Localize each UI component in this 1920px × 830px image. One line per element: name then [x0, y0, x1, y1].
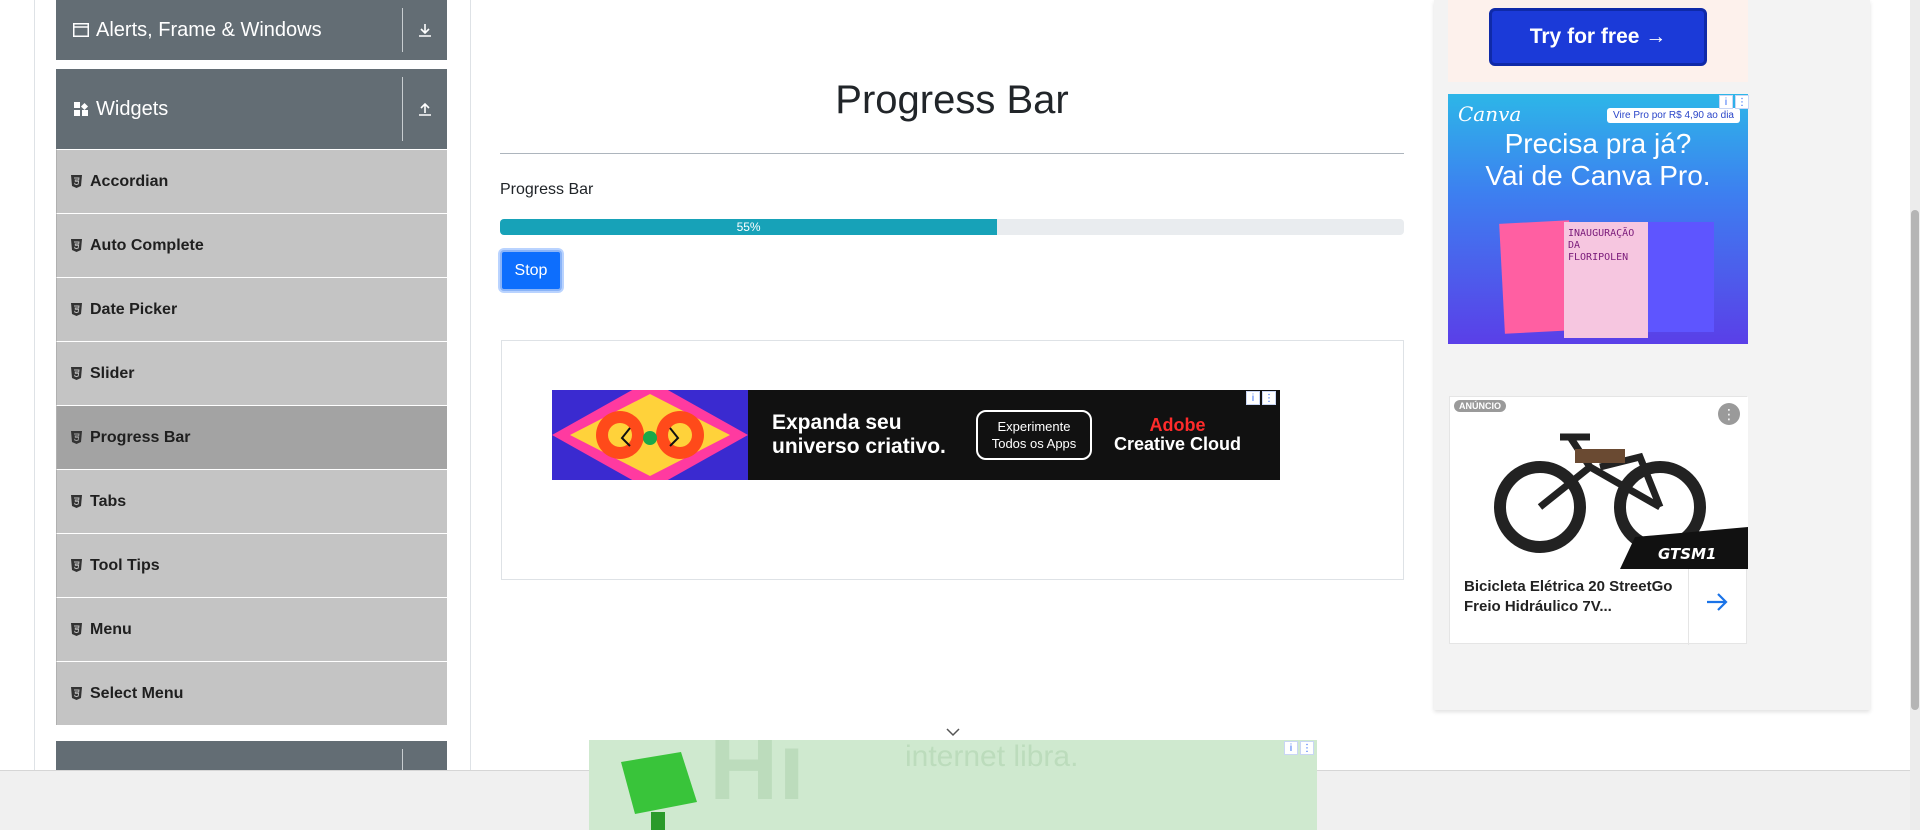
- more-icon[interactable]: ⋮: [1735, 95, 1749, 109]
- canva-badge: Vire Pro por R$ 4,90 ao dia: [1606, 108, 1740, 123]
- html5-icon: [71, 302, 83, 317]
- divider: [1688, 569, 1689, 645]
- canva-headline-line: Precisa pra já?: [1504, 128, 1692, 159]
- html5-icon: [71, 238, 83, 253]
- scrollbar-thumb[interactable]: [1911, 210, 1919, 710]
- bottom-ad-banner[interactable]: Hi internet libra.: [589, 740, 1317, 830]
- ad-headline-line: universo criativo.: [772, 435, 946, 458]
- download-icon[interactable]: [403, 22, 447, 38]
- title-divider: [500, 153, 1404, 154]
- design-card: INAUGURAÇÃO DA FLORIPOLEN: [1564, 222, 1648, 338]
- canva-logo: Canva: [1458, 102, 1522, 126]
- sidebar-item-slider[interactable]: Slider: [56, 341, 447, 405]
- design-card: [1644, 222, 1714, 332]
- more-icon[interactable]: ⋮: [1262, 391, 1276, 405]
- sidebar-item-select-menu[interactable]: Select Menu: [56, 661, 447, 725]
- progress-bar-label: Progress Bar: [500, 181, 594, 198]
- brand-mark: GTSM1: [1658, 545, 1716, 563]
- ad-cta-button[interactable]: Experimente Todos os Apps: [976, 410, 1092, 460]
- widgets-menu: Accordian Auto Complete Date Picker Slid…: [56, 149, 447, 725]
- more-icon[interactable]: ⋮: [1300, 741, 1314, 755]
- info-icon[interactable]: i: [1719, 95, 1733, 109]
- ad-tag: ANÚNCIO: [1454, 400, 1506, 412]
- html5-icon: [71, 622, 83, 637]
- arrow-right-icon[interactable]: [1706, 593, 1728, 616]
- upload-icon[interactable]: [403, 101, 447, 117]
- sidebar-border: [470, 0, 471, 770]
- sidebar-item-label: Date Picker: [90, 300, 178, 318]
- canva-headline-line: Vai de Canva Pro.: [1485, 160, 1711, 191]
- ad-artwork: [552, 390, 748, 480]
- progress-bar-fill: 55%: [500, 219, 998, 235]
- bike-ad-title: Bicicleta Elétrica 20 StreetGo Freio Hid…: [1464, 578, 1673, 615]
- sidebar-item-tabs[interactable]: Tabs: [56, 469, 447, 533]
- group-label: Widgets: [96, 97, 169, 120]
- sidebar-item-auto-complete[interactable]: Auto Complete: [56, 213, 447, 277]
- sidebar-item-menu[interactable]: Menu: [56, 597, 447, 661]
- ad-cta-line: Todos os Apps: [991, 436, 1077, 451]
- group-widgets[interactable]: Widgets: [56, 69, 447, 149]
- sidebar-item-label: Accordian: [90, 172, 169, 190]
- ad-choices[interactable]: i ⋮: [1284, 741, 1314, 755]
- widgets-icon: [72, 100, 90, 118]
- sidebar-item-label: Auto Complete: [90, 236, 204, 254]
- sidebar-item-label: Progress Bar: [90, 428, 191, 446]
- html5-icon: [71, 558, 83, 573]
- group-alerts-frame-windows[interactable]: Alerts, Frame & Windows: [56, 0, 447, 60]
- ad-headline-line: Expanda seu: [772, 411, 902, 434]
- sidebar-item-tool-tips[interactable]: Tool Tips: [56, 533, 447, 597]
- stop-button[interactable]: Stop: [500, 250, 562, 291]
- ad-headline: Expanda seu universo criativo.: [772, 411, 962, 459]
- html5-icon: [71, 494, 83, 509]
- page-title: Progress Bar: [835, 78, 1069, 122]
- bike-image: GTSM1 ANÚNCIO ⋮: [1450, 397, 1748, 569]
- group-header-label-wrap: Alerts, Frame & Windows: [56, 19, 402, 42]
- brand-line: Creative Cloud: [1114, 434, 1242, 454]
- canva-ad[interactable]: Canva Vire Pro por R$ 4,90 ao dia Precis…: [1448, 94, 1748, 344]
- ad-ghost-subtext: internet libra.: [905, 740, 1079, 773]
- sidebar-item-label: Tool Tips: [90, 556, 160, 574]
- sidebar-item-progress-bar[interactable]: Progress Bar: [56, 405, 447, 469]
- ad-choices[interactable]: i ⋮: [1719, 95, 1749, 109]
- info-icon[interactable]: i: [1284, 741, 1298, 755]
- try-for-free-button[interactable]: Try for free →: [1489, 8, 1707, 66]
- monitor-icon: [621, 752, 697, 830]
- sidebar-item-date-picker[interactable]: Date Picker: [56, 277, 447, 341]
- adobe-ad-banner[interactable]: Expanda seu universo criativo. Experimen…: [552, 390, 1280, 480]
- window-icon: [72, 21, 90, 39]
- sidebar-item-label: Menu: [90, 620, 132, 638]
- left-border: [34, 0, 35, 770]
- ad-brand: Adobe Creative Cloud: [1114, 416, 1241, 454]
- brand-line: Adobe: [1149, 415, 1206, 435]
- sidebar-item-label: Select Menu: [90, 684, 184, 702]
- sidebar-item-label: Slider: [90, 364, 135, 382]
- info-icon[interactable]: i: [1246, 391, 1260, 405]
- html5-icon: [71, 686, 83, 701]
- canva-headline: Precisa pra já? Vai de Canva Pro.: [1448, 128, 1748, 192]
- more-icon[interactable]: ⋮: [1718, 403, 1740, 425]
- html5-icon: [71, 430, 83, 445]
- ad-cta-line: Experimente: [997, 419, 1071, 434]
- html5-icon: [71, 174, 83, 189]
- ad-choices[interactable]: i ⋮: [1246, 391, 1276, 405]
- group-header-label-wrap: Widgets: [56, 98, 402, 121]
- page: Alerts, Frame & Windows Widgets Accordia…: [0, 0, 1920, 830]
- bike-ad[interactable]: GTSM1 ANÚNCIO ⋮ Bicicleta Elétrica 20 St…: [1449, 396, 1748, 645]
- html5-icon: [71, 366, 83, 381]
- card-text: INAUGURAÇÃO DA FLORIPOLEN: [1568, 228, 1635, 263]
- progress-bar: 55%: [500, 219, 1404, 235]
- sidebar-item-accordian[interactable]: Accordian: [56, 149, 447, 213]
- group-label: Alerts, Frame & Windows: [96, 18, 322, 41]
- ad-ghost-text: Hi: [709, 740, 805, 820]
- sidebar-item-label: Tabs: [90, 492, 127, 510]
